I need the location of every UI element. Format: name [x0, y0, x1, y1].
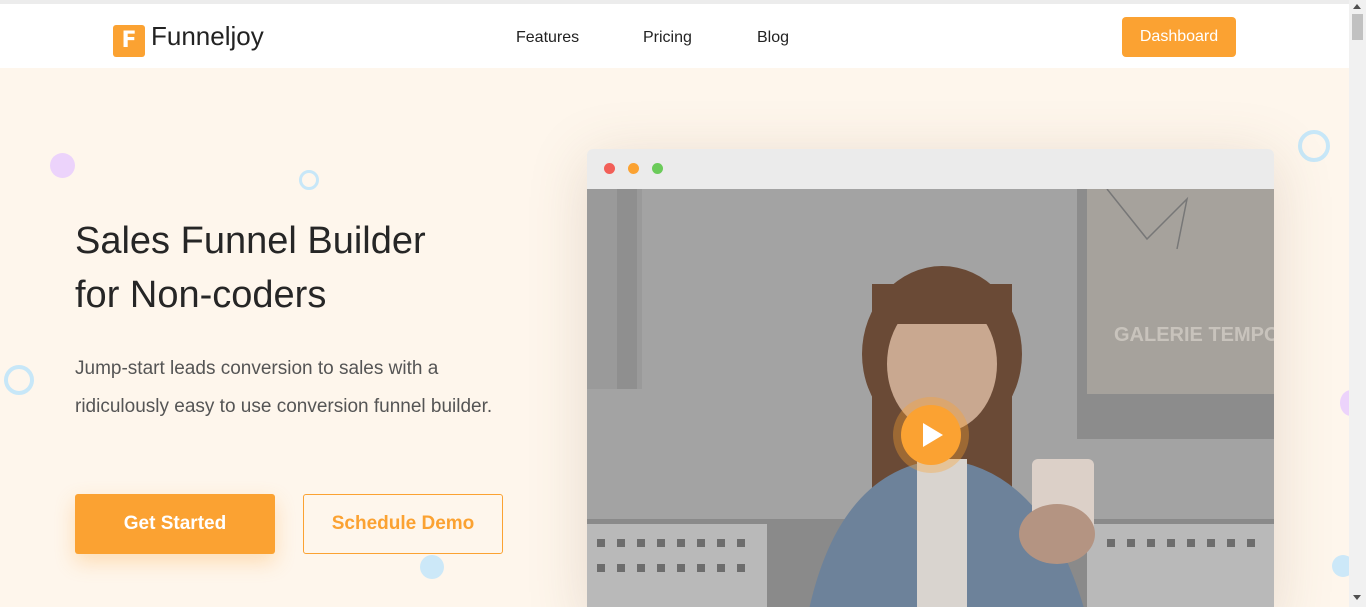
hero-title-line-2: for Non-coders: [75, 274, 327, 316]
dashboard-button[interactable]: Dashboard: [1122, 17, 1236, 57]
poster-text: GALERIE TEMPO: [1114, 324, 1274, 346]
decor-circle-purple: [1340, 390, 1349, 416]
decor-ring-blue: [299, 170, 319, 190]
hero-title: Sales Funnel Builder for Non-coders: [75, 214, 555, 322]
decor-ring-blue: [4, 365, 34, 395]
hero-section: Sales Funnel Builder for Non-coders Jump…: [0, 68, 1349, 607]
schedule-demo-button[interactable]: Schedule Demo: [303, 494, 503, 554]
play-button[interactable]: [901, 405, 961, 465]
video-scene-illustration: GALERIE TEMPO: [587, 189, 1274, 607]
hero-subtitle: Jump-start leads conversion to sales wit…: [75, 358, 493, 417]
page-scrollbar[interactable]: [1349, 0, 1366, 607]
window-dot-red: [604, 163, 615, 174]
play-icon: [923, 423, 943, 447]
logo-text[interactable]: Funneljoy: [151, 21, 264, 52]
video-thumbnail[interactable]: GALERIE TEMPO: [587, 189, 1274, 607]
scroll-thumb[interactable]: [1352, 14, 1363, 40]
navbar: F Funneljoy Features Pricing Blog Dashbo…: [0, 4, 1349, 68]
scroll-down-arrow-icon[interactable]: [1353, 595, 1361, 600]
decor-circle-blue: [420, 555, 444, 579]
nav-link-pricing[interactable]: Pricing: [643, 29, 692, 47]
browser-title-bar: [587, 149, 1274, 189]
nav-link-features[interactable]: Features: [516, 29, 579, 47]
decor-circle-purple: [50, 153, 75, 178]
decor-circle-blue: [1332, 555, 1349, 577]
video-browser-frame: GALERIE TEMPO: [587, 149, 1274, 607]
hero-title-line-1: Sales Funnel Builder: [75, 220, 426, 262]
logo-icon[interactable]: F: [113, 25, 145, 57]
nav-link-blog[interactable]: Blog: [757, 29, 789, 47]
scroll-up-arrow-icon[interactable]: [1353, 4, 1361, 9]
get-started-button[interactable]: Get Started: [75, 494, 275, 554]
decor-ring-blue: [1298, 130, 1330, 162]
window-dot-green: [652, 163, 663, 174]
window-dot-yellow: [628, 163, 639, 174]
